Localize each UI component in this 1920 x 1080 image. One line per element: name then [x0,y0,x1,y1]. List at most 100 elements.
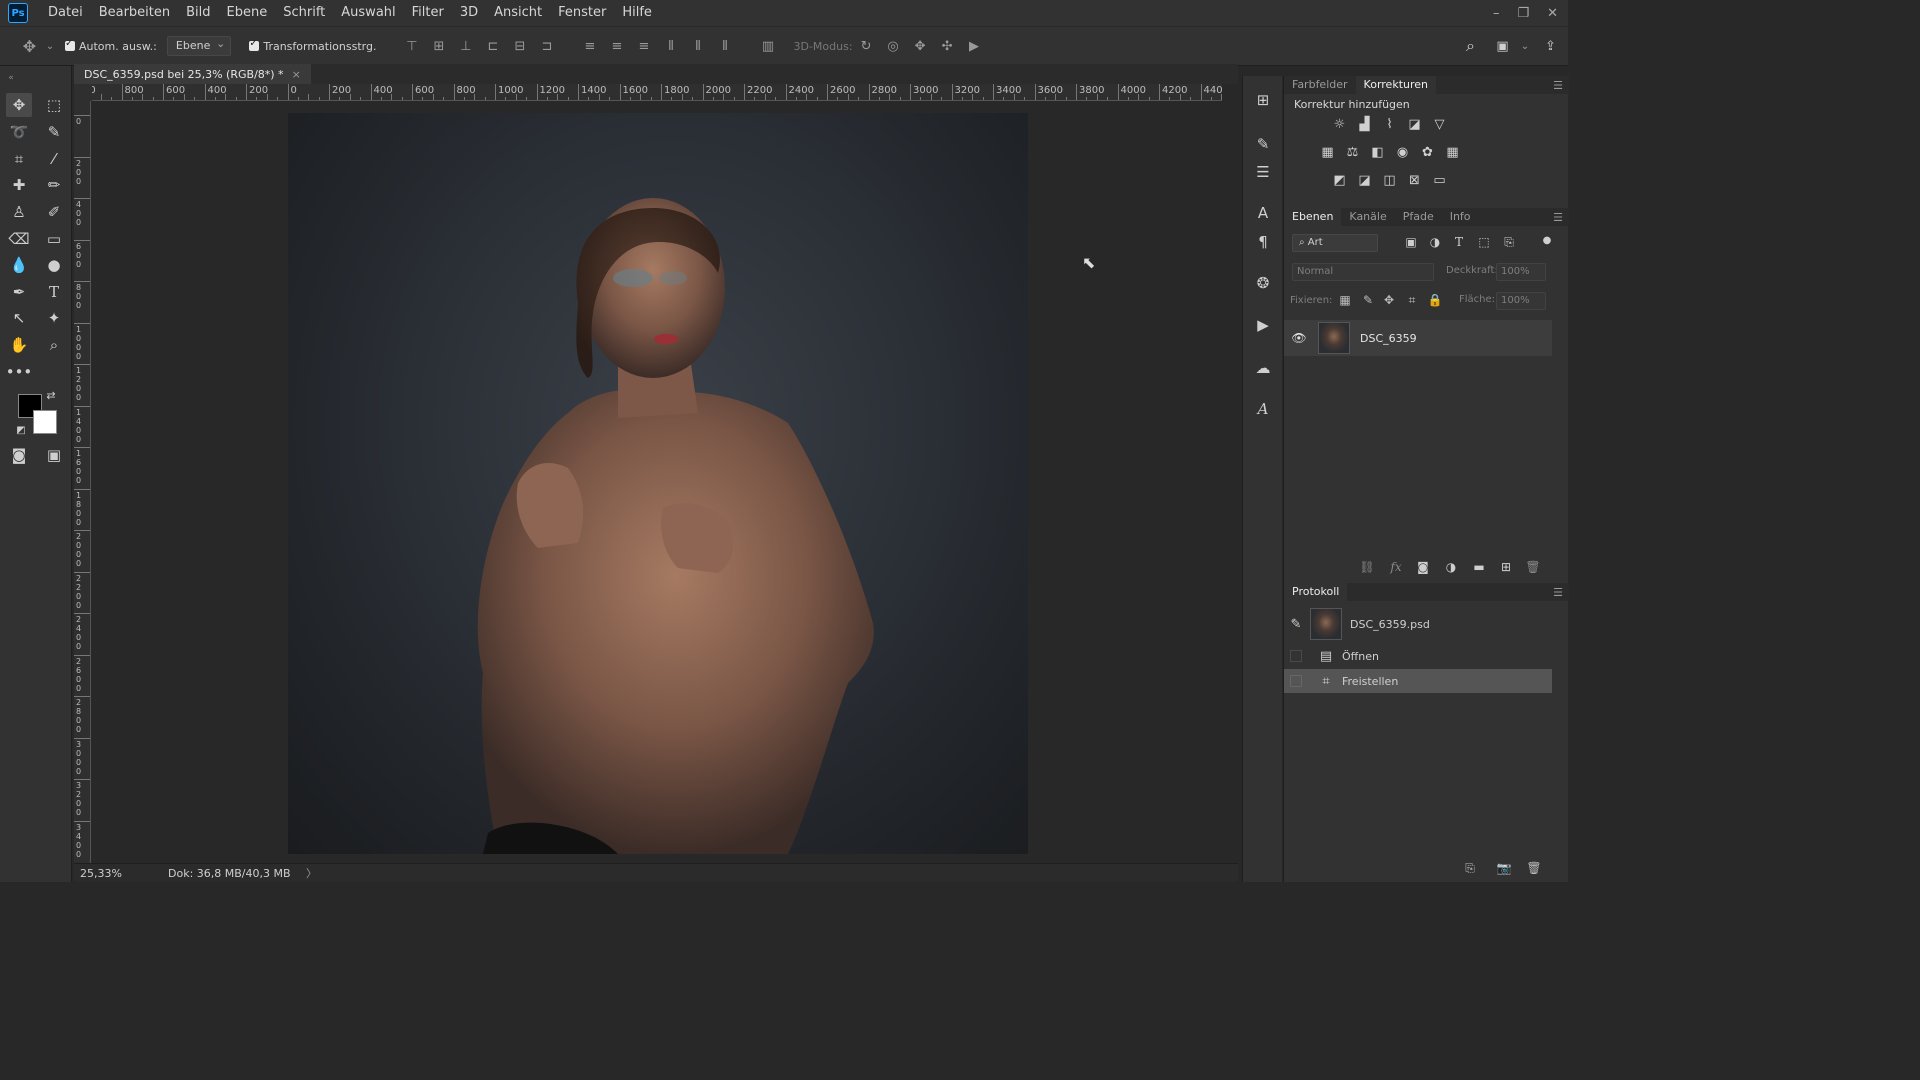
quick-selection-icon[interactable]: ✎ [41,120,67,144]
workspace-icon[interactable]: ▣ [1489,39,1516,54]
align-bottom-icon[interactable]: ⊥ [452,39,479,54]
character-icon[interactable]: A [1251,201,1275,225]
black-white-icon[interactable]: ◧ [1369,144,1386,161]
distribute-center-icon[interactable]: ≡ [603,39,630,54]
blur-icon[interactable]: 💧 [6,253,32,277]
distribute-left-icon[interactable]: ⦀ [657,39,684,54]
delete-state-icon[interactable]: 🗑 [1524,861,1544,875]
filter-smartobject-icon[interactable]: ⎘ [1500,235,1518,250]
background-color-swatch[interactable] [33,410,57,434]
delete-layer-icon[interactable]: 🗑 [1523,560,1543,574]
zoom-icon[interactable]: ⌕ [41,333,67,357]
panel-menu-icon[interactable]: ☰ [1553,211,1563,224]
minimize-button[interactable]: – [1493,6,1500,21]
tab-korrekturen[interactable]: Korrekturen [1355,76,1436,94]
restore-button[interactable]: ❐ [1517,6,1529,21]
hue-saturation-icon[interactable]: ▦ [1319,144,1336,161]
curves-icon[interactable]: ⌇ [1381,116,1398,133]
crop-icon[interactable]: ⌗ [6,147,32,171]
invert-icon[interactable]: ◩ [1331,172,1348,189]
new-group-icon[interactable]: ▬ [1469,560,1489,574]
snapshot-camera-icon[interactable]: 📷 [1494,861,1514,875]
lock-artboard-icon[interactable]: ⌗ [1404,293,1420,308]
filter-toggle-icon[interactable]: ● [1538,235,1556,246]
dodge-icon[interactable]: ● [41,253,67,277]
filter-adjustment-icon[interactable]: ◑ [1426,235,1444,249]
brightness-contrast-icon[interactable]: ☼ [1331,116,1348,133]
vibrance-icon[interactable]: ▽ [1431,116,1448,133]
close-tab-icon[interactable]: × [292,68,301,81]
menu-hilfe[interactable]: Hilfe [614,0,660,26]
hand-icon[interactable]: ✋ [6,333,32,357]
canvas-area[interactable]: ⬉ [92,101,1223,863]
more-tools-icon[interactable]: ••• [6,360,33,384]
auto-select-target-dropdown[interactable]: Ebene [166,35,232,56]
auto-select-checkbox[interactable]: Autom. ausw.: [65,38,157,53]
properties-icon[interactable]: ☰ [1251,160,1275,184]
3d-pan-icon[interactable]: ✥ [907,39,934,54]
opacity-field[interactable]: 100% [1496,263,1546,281]
brush-icon[interactable]: ✏ [41,173,67,197]
align-horizontal-center-icon[interactable]: ⊟ [506,39,533,54]
history-snapshot-row[interactable]: ✎ DSC_6359.psd [1284,606,1552,642]
gradient-map-icon[interactable]: ▭ [1431,172,1448,189]
status-arrow-icon[interactable]: 〉 [306,865,317,881]
healing-brush-icon[interactable]: ✚ [6,173,32,197]
search-icon[interactable]: ⌕ [1457,36,1484,56]
new-adjustment-layer-icon[interactable]: ◑ [1441,560,1461,574]
posterize-icon[interactable]: ◪ [1356,172,1373,189]
default-colors-icon[interactable]: ◩ [14,423,28,437]
lock-position-icon[interactable]: ✥ [1381,293,1397,307]
link-layers-icon[interactable]: ⛓ [1357,560,1377,574]
gradient-icon[interactable]: ▭ [41,227,67,251]
clone-stamp-icon[interactable]: ♙ [6,200,32,224]
history-item-oeffnen[interactable]: ▤ Öffnen [1284,645,1552,667]
paragraph-icon[interactable]: ¶ [1251,230,1275,254]
align-vertical-center-icon[interactable]: ⊞ [425,39,452,54]
filter-type-icon[interactable]: T [1450,235,1468,249]
horizontal-ruler[interactable]: 0080060040020002004006008001000120014001… [92,84,1222,101]
distribute-bottom-icon[interactable]: ≡ [630,39,657,54]
distribute-top-icon[interactable]: ≡ [576,39,603,54]
menu-fenster[interactable]: Fenster [550,0,614,26]
ruler-origin[interactable] [74,84,92,101]
layer-name[interactable]: DSC_6359 [1360,332,1417,345]
fill-field[interactable]: 100% [1496,292,1546,310]
3d-roll-icon[interactable]: ◎ [880,39,907,54]
zoom-level[interactable]: 25,33% [80,867,160,880]
custom-shape-icon[interactable]: ✦ [41,306,67,330]
history-checkbox[interactable] [1290,650,1302,662]
move-tool-icon[interactable]: ✥ [6,93,32,117]
move-tool-preset-icon[interactable]: ✥ [16,37,43,56]
layer-style-fx-icon[interactable]: fx [1386,560,1406,574]
layer-row[interactable]: 👁 DSC_6359 [1284,320,1552,356]
type-tool-icon[interactable]: T [41,280,67,304]
3d-scale-icon[interactable]: ▶ [961,39,988,54]
tab-info[interactable]: Info [1442,208,1479,226]
auto-align-icon[interactable]: ▥ [754,39,781,54]
history-item-freistellen[interactable]: ⌗ Freistellen [1284,669,1552,693]
menu-datei[interactable]: Datei [40,0,91,26]
color-lookup-icon[interactable]: ▦ [1444,144,1461,161]
menu-filter[interactable]: Filter [404,0,452,26]
brush-settings-icon[interactable]: ✎ [1251,132,1275,156]
glyphs-icon[interactable]: A [1251,397,1275,421]
tab-kanaele[interactable]: Kanäle [1341,208,1394,226]
share-icon[interactable]: ⇪ [1537,39,1564,54]
menu-auswahl[interactable]: Auswahl [333,0,403,26]
panel-menu-icon[interactable]: ☰ [1553,586,1563,599]
path-selection-icon[interactable]: ↖ [6,306,32,330]
color-balance-icon[interactable]: ⚖ [1344,144,1361,161]
tab-pfade[interactable]: Pfade [1395,208,1442,226]
visibility-eye-icon[interactable]: 👁 [1284,331,1314,345]
align-right-icon[interactable]: ⊐ [533,39,560,54]
vertical-ruler[interactable]: 0 2 0 0 4 0 0 6 0 0 8 0 0 1 0 0 0 1 2 0 0 1 4 0… [74,101,91,863]
distribute-hcenter-icon[interactable]: ⦀ [684,39,711,54]
levels-icon[interactable]: ▟ [1356,116,1373,133]
lasso-icon[interactable]: ➰ [6,120,32,144]
menu-bild[interactable]: Bild [178,0,218,26]
threshold-icon[interactable]: ◫ [1381,172,1398,189]
channel-mixer-icon[interactable]: ✿ [1419,144,1436,161]
3d-orbit-icon[interactable]: ↻ [853,39,880,54]
tab-protokoll[interactable]: Protokoll [1284,583,1348,601]
